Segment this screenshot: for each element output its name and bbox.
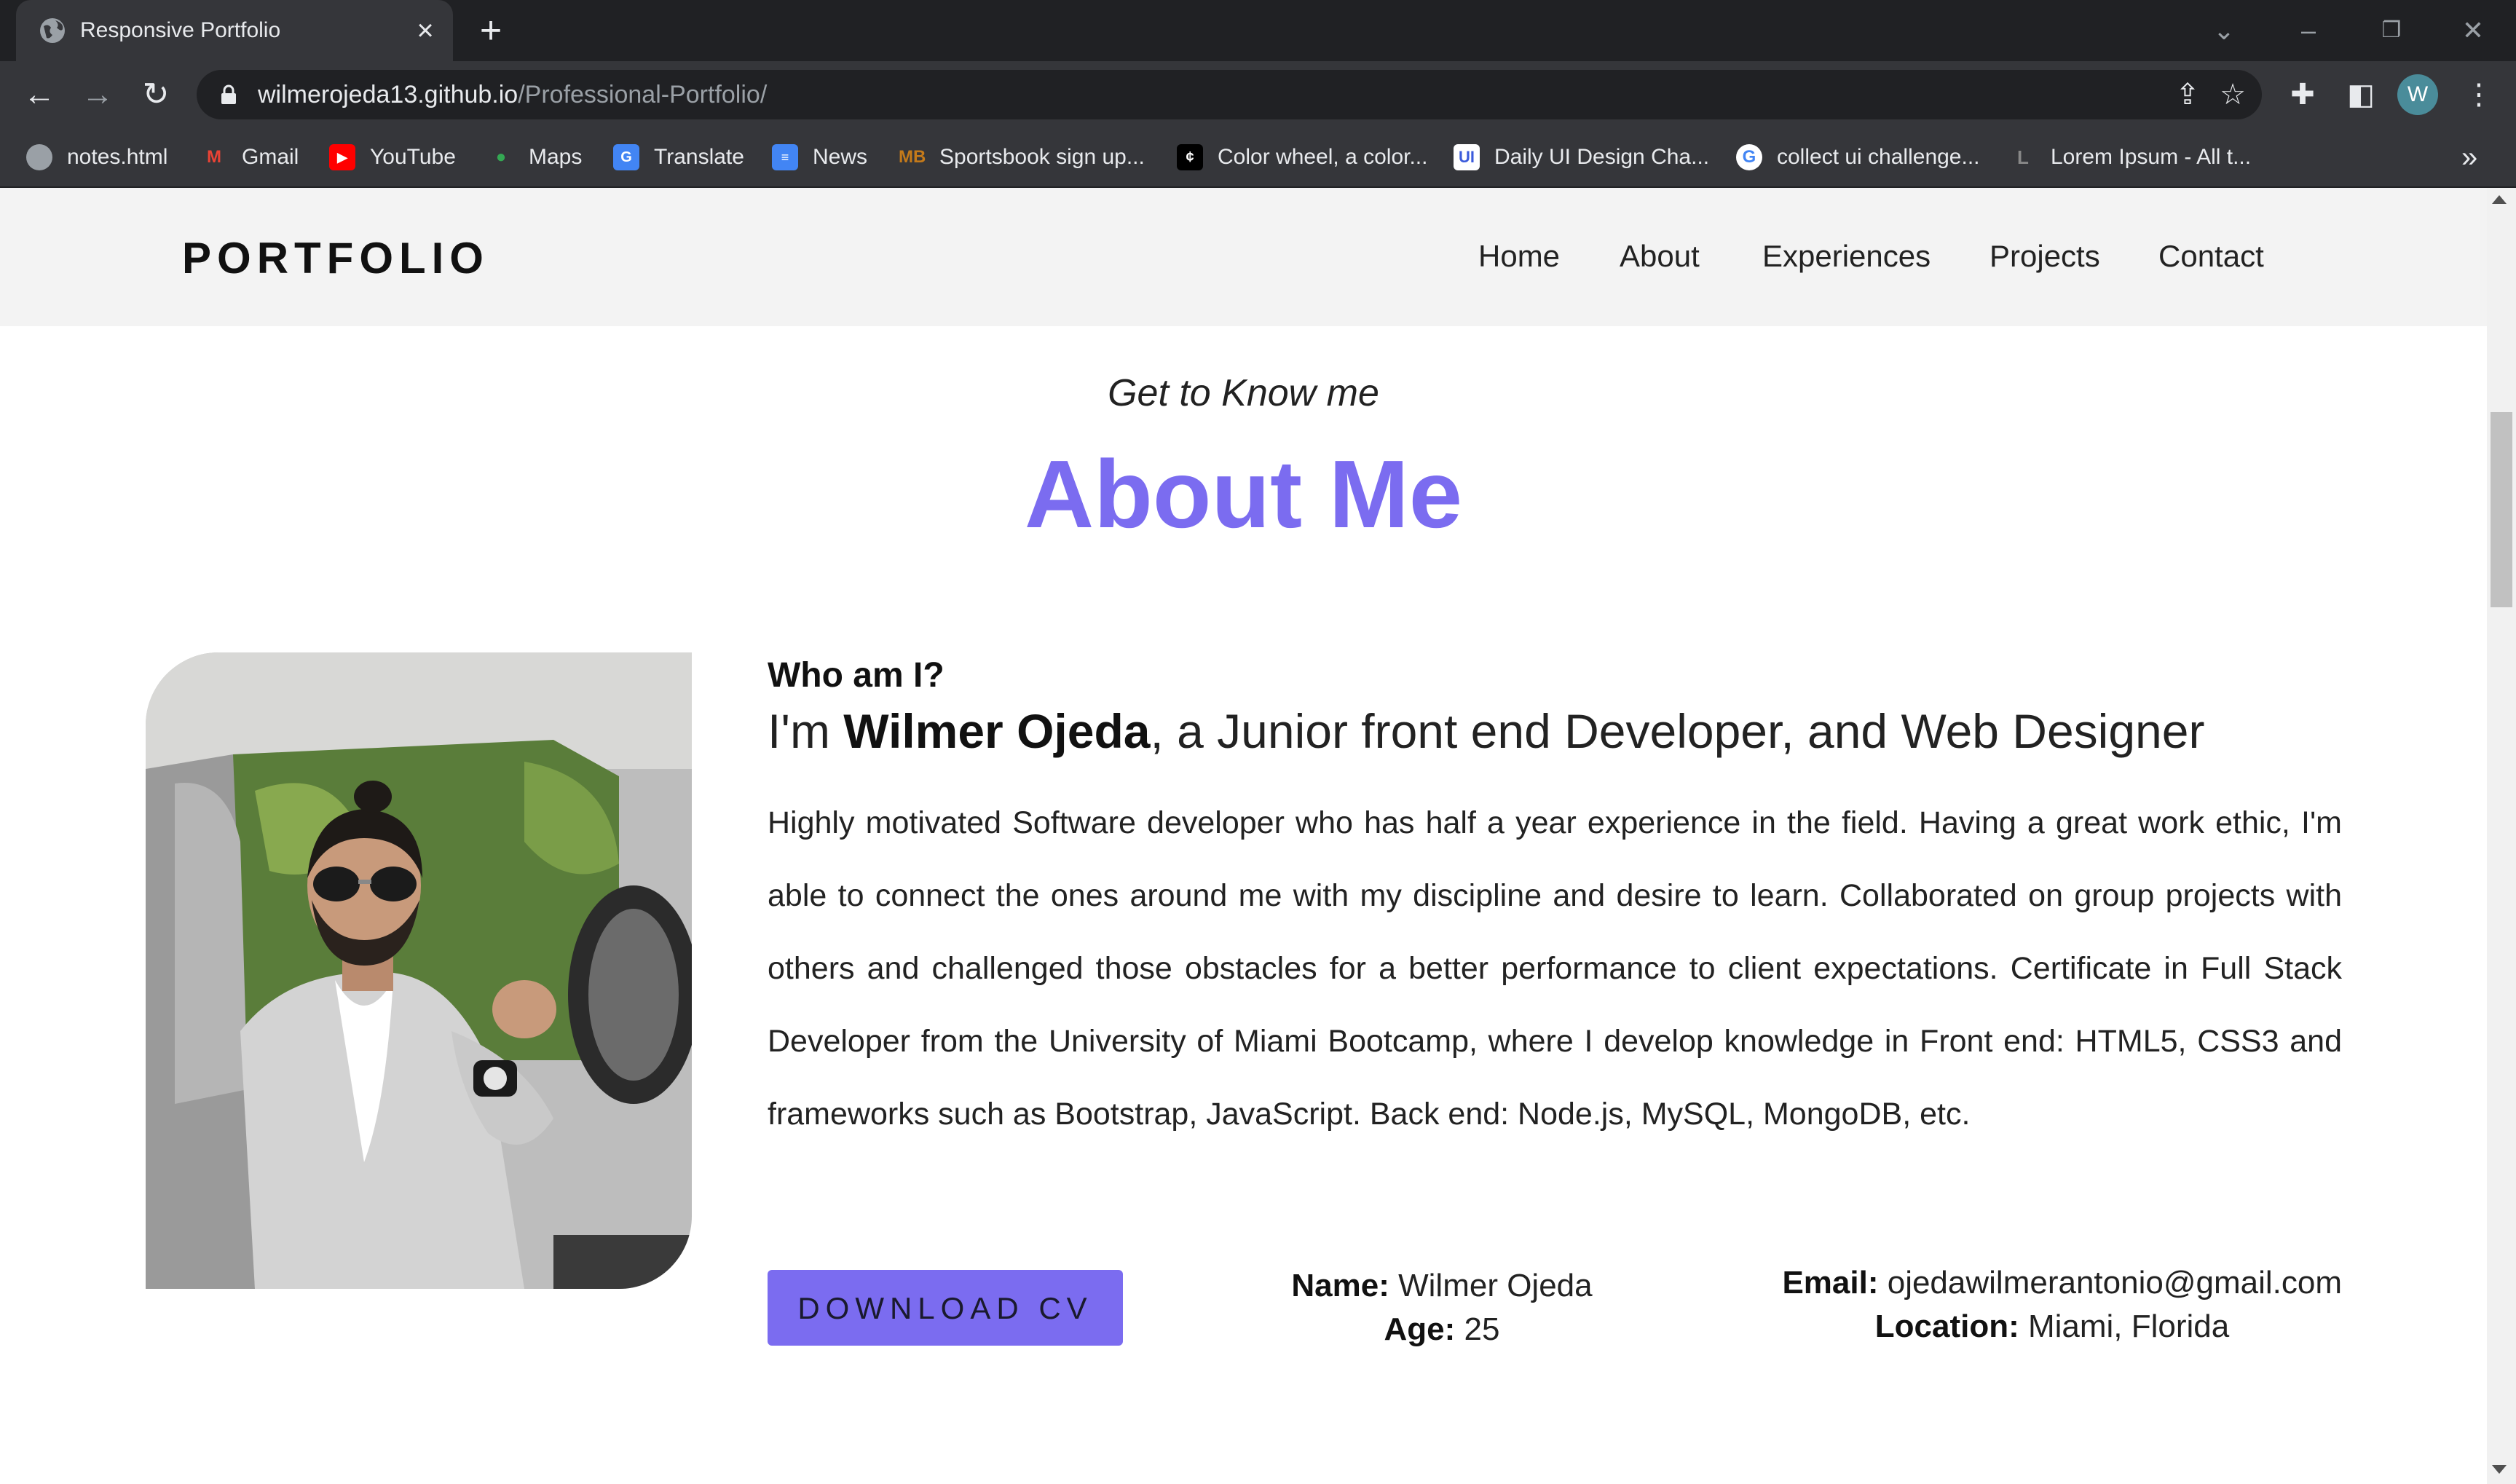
scroll-up-arrow-icon[interactable] <box>2492 195 2507 204</box>
section-title: About Me <box>1024 441 1463 548</box>
page-viewport: PORTFOLIO Home About Experiences Project… <box>0 188 2487 1484</box>
bio-paragraph: Highly motivated Software developer who … <box>768 805 2342 1132</box>
name-label: Name: <box>1291 1268 1389 1303</box>
bookmark-maps[interactable]: ● Maps <box>488 140 583 175</box>
bookmark-label: Gmail <box>242 145 299 169</box>
nav-projects[interactable]: Projects <box>1989 236 2100 277</box>
url-path: /Professional-Portfolio/ <box>518 81 768 108</box>
menu-icon[interactable]: ⋮ <box>2458 74 2499 115</box>
address-bar[interactable]: wilmerojeda13.github.io/Professional-Por… <box>197 70 2262 119</box>
translate-icon: G <box>613 144 639 170</box>
bookmark-youtube[interactable]: ▶ YouTube <box>329 140 456 175</box>
name-value: Wilmer Ojeda <box>1398 1268 1593 1303</box>
location-value: Miami, Florida <box>2027 1309 2230 1344</box>
bookmark-label: Maps <box>529 145 583 169</box>
bookmark-daily-ui[interactable]: UI Daily UI Design Cha... <box>1454 140 1709 175</box>
bookmark-gmail[interactable]: M Gmail <box>201 140 299 175</box>
bookmark-label: Daily UI Design Cha... <box>1494 145 1710 169</box>
url-host: wilmerojeda13.github.io <box>258 81 518 108</box>
browser-tab[interactable]: Responsive Portfolio × <box>16 0 453 61</box>
intro-line: I'm Wilmer Ojeda, a Junior front end Dev… <box>768 702 2204 760</box>
site-header: PORTFOLIO Home About Experiences Project… <box>0 188 2487 326</box>
scrollbar-thumb[interactable] <box>2491 412 2512 607</box>
url-text[interactable]: wilmerojeda13.github.io/Professional-Por… <box>258 80 767 109</box>
site-logo[interactable]: PORTFOLIO <box>182 233 489 284</box>
age-label: Age: <box>1384 1311 1456 1347</box>
daily-ui-icon: UI <box>1454 144 1480 170</box>
youtube-icon: ▶ <box>329 144 355 170</box>
download-cv-button[interactable]: DOWNLOAD CV <box>768 1270 1123 1346</box>
info-location: Location: Miami, Florida <box>1762 1305 2342 1349</box>
email-value[interactable]: ojedawilmerantonio@gmail.com <box>1888 1265 2342 1301</box>
age-value: 25 <box>1464 1311 1500 1347</box>
browser-toolbar: ← → ↻ wilmerojeda13.github.io/Profession… <box>0 61 2516 128</box>
page-scrollbar[interactable] <box>2487 188 2516 1484</box>
maps-icon: ● <box>495 147 507 167</box>
close-icon[interactable]: × <box>409 15 441 47</box>
globe-icon <box>40 18 65 43</box>
bookmark-color-wheel[interactable]: ¢ Color wheel, a color... <box>1177 140 1427 175</box>
bookmark-label: Sportsbook sign up... <box>939 145 1145 169</box>
location-label: Location: <box>1874 1309 2019 1344</box>
section-eyebrow: Get to Know me <box>1108 372 1379 414</box>
restore-icon[interactable]: ❐ <box>2370 10 2413 51</box>
profile-avatar[interactable]: W <box>2397 74 2438 115</box>
google-icon: G <box>1736 144 1762 170</box>
bookmark-sportsbook[interactable]: MB Sportsbook sign up... <box>899 140 1145 175</box>
share-icon[interactable]: ⇪ <box>2172 79 2204 111</box>
bookmark-label: News <box>813 145 868 169</box>
news-icon: ≡ <box>772 144 798 170</box>
nav-experiences[interactable]: Experiences <box>1762 236 1931 277</box>
side-panel-icon[interactable]: ◧ <box>2340 74 2381 115</box>
info-name: Name: Wilmer Ojeda <box>1282 1264 1602 1308</box>
bookmark-lorem-ipsum[interactable]: L Lorem Ipsum - All t... <box>2010 140 2251 175</box>
who-heading: Who am I? <box>768 656 945 695</box>
chevron-double-right-icon[interactable]: » <box>2461 143 2477 172</box>
bookmark-notes[interactable]: notes.html <box>26 140 167 175</box>
window-close-icon[interactable]: ✕ <box>2451 10 2495 51</box>
intro-suffix: , a Junior front end Developer, and Web … <box>1150 704 2205 758</box>
extensions-icon[interactable]: ✚ <box>2282 74 2323 115</box>
nav-home[interactable]: Home <box>1478 236 1560 277</box>
gmail-icon: M <box>207 147 221 167</box>
bookmark-news[interactable]: ≡ News <box>772 140 867 175</box>
nav-contact[interactable]: Contact <box>2158 236 2264 277</box>
info-age: Age: 25 <box>1282 1308 1602 1351</box>
email-label: Email: <box>1782 1265 1879 1301</box>
sportsbook-icon: MB <box>899 147 926 167</box>
reload-icon[interactable]: ↻ <box>133 71 179 118</box>
info-email: Email: ojedawilmerantonio@gmail.com <box>1762 1261 2342 1305</box>
bookmark-label: Color wheel, a color... <box>1218 145 1428 169</box>
tab-title: Responsive Portfolio <box>80 18 281 42</box>
tab-strip: Responsive Portfolio × + ⌄ – ❐ ✕ <box>0 0 2516 61</box>
bookmark-label: notes.html <box>67 145 168 169</box>
back-arrow-icon[interactable]: ← <box>16 71 63 118</box>
new-tab-icon[interactable]: + <box>472 12 510 50</box>
nav-about[interactable]: About <box>1620 236 1700 277</box>
minimize-icon[interactable]: – <box>2287 10 2330 51</box>
lock-icon <box>221 84 236 104</box>
globe-icon <box>26 144 52 170</box>
bookmark-label: collect ui challenge... <box>1777 145 1980 169</box>
color-wheel-icon: ¢ <box>1177 144 1203 170</box>
bookmark-label: Translate <box>654 145 744 169</box>
bookmark-collect-ui[interactable]: G collect ui challenge... <box>1736 140 1980 175</box>
forward-arrow-icon[interactable]: → <box>74 71 121 118</box>
bookmark-label: Lorem Ipsum - All t... <box>2051 145 2252 169</box>
intro-prefix: I'm <box>768 704 844 758</box>
bookmark-star-icon[interactable]: ☆ <box>2217 79 2249 111</box>
info-name-age: Name: Wilmer Ojeda Age: 25 <box>1282 1264 1602 1351</box>
intro-name: Wilmer Ojeda <box>843 704 1151 758</box>
bookmark-label: YouTube <box>370 145 456 169</box>
profile-photo <box>146 652 692 1289</box>
tab-search-icon[interactable]: ⌄ <box>2202 10 2246 51</box>
info-email-location: Email: ojedawilmerantonio@gmail.com Loca… <box>1762 1261 2342 1349</box>
bookmarks-bar: notes.html M Gmail ▶ YouTube ● Maps G Tr… <box>0 128 2516 188</box>
scroll-down-arrow-icon[interactable] <box>2492 1465 2507 1474</box>
lorem-ipsum-icon: L <box>2017 146 2029 168</box>
bookmark-translate[interactable]: G Translate <box>613 140 744 175</box>
